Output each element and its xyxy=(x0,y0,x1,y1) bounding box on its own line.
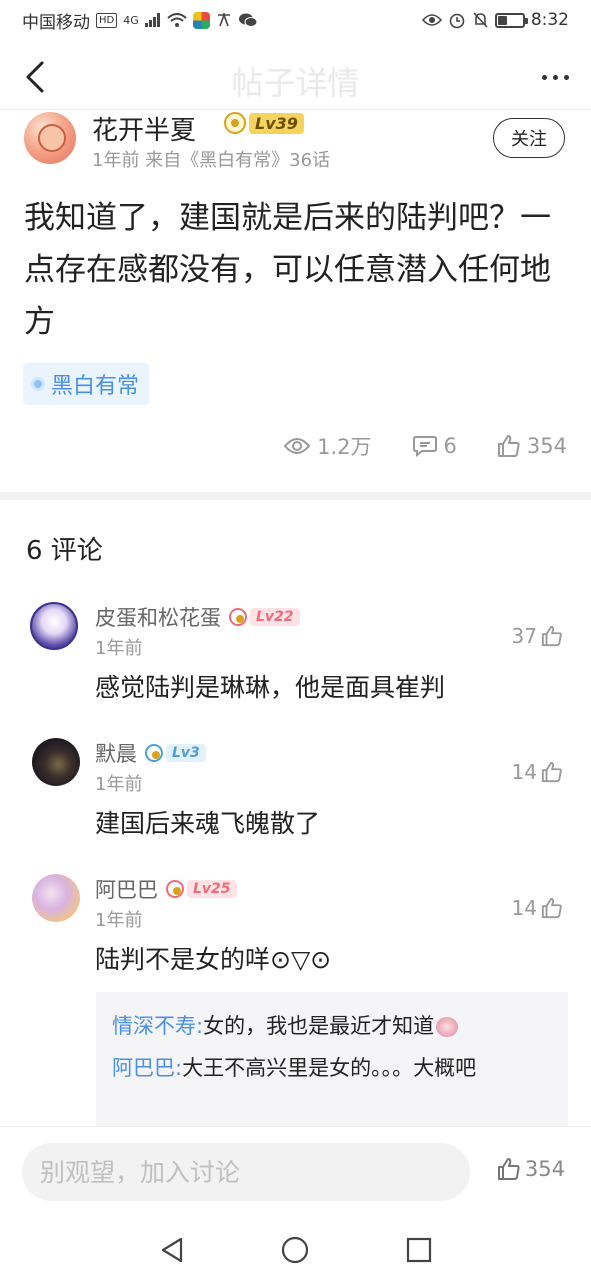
bottom-like-count: 354 xyxy=(524,1157,565,1181)
wifi-icon xyxy=(167,12,187,27)
wechat-icon xyxy=(238,13,258,27)
views-count: 1.2万 xyxy=(317,435,372,459)
status-left: 中国移动 HD 4G xyxy=(22,8,258,33)
system-nav-bar xyxy=(0,1220,591,1280)
comments-heading: 6 评论 xyxy=(26,536,103,566)
author-avatar[interactable] xyxy=(24,112,76,164)
comment-time: 1年前 xyxy=(95,774,143,795)
crown-icon xyxy=(229,608,247,626)
commenter-level-badge: Lv22 xyxy=(229,608,300,626)
title-bar: 帖子详情 xyxy=(0,40,591,110)
comments-stat[interactable]: 6 xyxy=(412,434,457,458)
commenter-name-row: 阿巴巴 Lv25 xyxy=(95,874,237,904)
app-notification-icon xyxy=(192,11,210,29)
crown-icon xyxy=(145,744,163,762)
comment-like-count: 37 xyxy=(511,624,537,648)
comment-text: 陆判不是女的咩⊙▽⊙ xyxy=(95,945,332,974)
follow-button[interactable]: 关注 xyxy=(493,118,565,158)
square-recents-icon xyxy=(407,1237,432,1263)
reply-box[interactable]: 情深不寿:女的，我也是最近才知道 阿巴巴:大王不高兴里是女的。。。大概吧 xyxy=(96,992,568,1126)
more-dot-icon xyxy=(552,74,558,80)
battery-icon xyxy=(494,12,528,28)
author-row: 花开半夏 Lv39 1年前 来自《黑白有常》36话 关注 xyxy=(0,110,591,172)
carrier-label: 中国移动 xyxy=(22,12,90,33)
circle-home-icon xyxy=(282,1236,309,1264)
commenter-avatar[interactable] xyxy=(30,602,78,650)
commenter-level-badge: Lv25 xyxy=(166,880,237,898)
emoji-icon xyxy=(436,1017,459,1037)
alarm-icon xyxy=(449,13,465,29)
reply-text: 女的，我也是最近才知道 xyxy=(203,1014,435,1038)
commenter-level-badge: Lv3 xyxy=(145,744,206,762)
translate-icon xyxy=(217,12,230,27)
more-dot-icon xyxy=(541,74,547,80)
author-level-text: Lv39 xyxy=(249,112,304,134)
reply-author[interactable]: 阿巴巴: xyxy=(112,1056,182,1080)
thumbs-up-icon xyxy=(497,435,520,457)
comment-text: 感觉陆判是琳琳，他是面具崔判 xyxy=(95,673,446,702)
status-right: 8:32 xyxy=(421,10,569,30)
post-stats: 1.2万 6 354 xyxy=(283,428,567,464)
commenter-name[interactable]: 阿巴巴 xyxy=(95,874,158,904)
comment-icon xyxy=(412,436,437,457)
commenter-level-text: Lv3 xyxy=(166,744,206,762)
thumbs-up-icon xyxy=(541,625,562,647)
commenter-name-row: 皮蛋和松花蛋 Lv22 xyxy=(95,602,300,632)
hd-badge: HD xyxy=(96,12,118,28)
crown-icon xyxy=(224,112,246,134)
likes-stat[interactable]: 354 xyxy=(497,434,567,458)
commenter-name-row: 默晨 Lv3 xyxy=(95,738,206,768)
more-options-button[interactable] xyxy=(535,60,575,94)
likes-count: 354 xyxy=(526,434,567,458)
topic-tag-label: 黑白有常 xyxy=(51,374,140,399)
bottom-comment-bar: 354 xyxy=(0,1126,591,1220)
reply-text: 大王不高兴里是女的。。。大概吧 xyxy=(182,1056,477,1080)
comment-like-count: 14 xyxy=(511,760,537,784)
mute-bell-icon xyxy=(473,12,488,28)
comment-input[interactable] xyxy=(22,1143,470,1201)
comment-like-button[interactable]: 37 xyxy=(512,624,563,648)
eye-icon xyxy=(421,14,442,26)
nav-back-button[interactable] xyxy=(152,1230,192,1270)
author-name[interactable]: 花开半夏 xyxy=(92,110,196,147)
comment-like-button[interactable]: 14 xyxy=(512,760,563,784)
page-title: 帖子详情 xyxy=(231,64,360,102)
nav-recents-button[interactable] xyxy=(399,1230,439,1270)
nav-home-button[interactable] xyxy=(275,1230,315,1270)
status-bar: 中国移动 HD 4G 8:32 xyxy=(0,0,591,40)
eye-icon xyxy=(283,438,311,454)
clock-time: 8:32 xyxy=(530,10,569,30)
reply-item: 阿巴巴:大王不高兴里是女的。。。大概吧 xyxy=(112,1052,552,1084)
section-divider xyxy=(0,492,591,500)
comment-like-count: 14 xyxy=(511,896,537,920)
crown-icon xyxy=(166,880,184,898)
commenter-level-text: Lv22 xyxy=(250,608,300,626)
commenter-name[interactable]: 默晨 xyxy=(95,738,137,768)
commenter-avatar[interactable] xyxy=(32,738,80,786)
thumbs-up-icon xyxy=(497,1158,520,1180)
commenter-avatar[interactable] xyxy=(32,874,80,922)
triangle-back-icon xyxy=(161,1237,182,1263)
signal-icon xyxy=(144,13,160,27)
views-stat: 1.2万 xyxy=(283,431,372,461)
post-content: 我知道了，建国就是后来的陆判吧？一点存在感都没有，可以任意潜入任何地方 xyxy=(24,200,551,340)
network-type: 4G xyxy=(123,13,139,27)
author-level-badge: Lv39 xyxy=(224,112,304,134)
comments-count: 6 xyxy=(443,434,457,458)
thumbs-up-icon xyxy=(541,761,562,783)
comment-time: 1年前 xyxy=(95,638,143,659)
comment-like-button[interactable]: 14 xyxy=(512,896,563,920)
comment-text: 建国后来魂飞魄散了 xyxy=(95,809,321,838)
commenter-level-text: Lv25 xyxy=(187,880,237,898)
bottom-like-button[interactable]: 354 xyxy=(497,1157,565,1181)
more-dot-icon xyxy=(563,74,569,80)
topic-tag[interactable]: 黑白有常 xyxy=(23,363,150,405)
reply-author[interactable]: 情深不寿: xyxy=(112,1014,203,1038)
comment-time: 1年前 xyxy=(95,910,143,931)
reply-item: 情深不寿:女的，我也是最近才知道 xyxy=(112,1010,552,1042)
commenter-name[interactable]: 皮蛋和松花蛋 xyxy=(95,602,221,632)
topic-dot-icon xyxy=(31,377,45,391)
author-meta[interactable]: 1年前 来自《黑白有常》36话 xyxy=(92,146,330,172)
thumbs-up-icon xyxy=(541,897,562,919)
